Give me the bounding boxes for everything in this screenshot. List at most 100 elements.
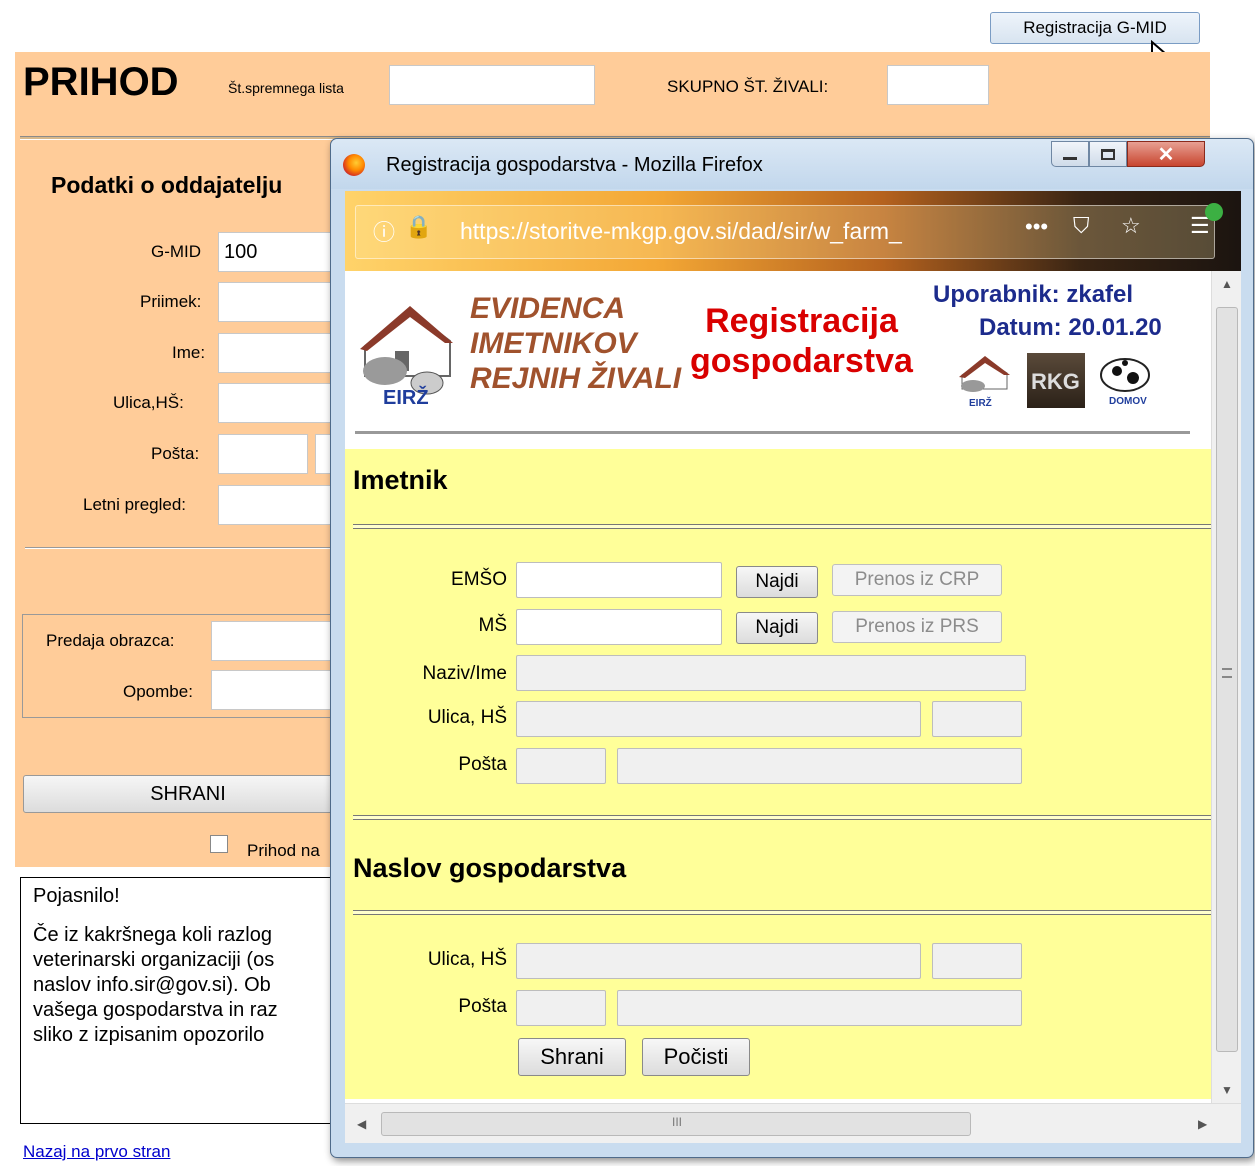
evidenca-line: REJNIH ŽIVALI	[470, 362, 682, 395]
back-link[interactable]: Nazaj na prvo stran	[23, 1142, 170, 1162]
mini-logo-eirz[interactable]: EIRŽ	[957, 353, 1012, 409]
naslov-posta-number-input[interactable]	[516, 990, 606, 1026]
horizontal-scrollbar[interactable]: ◀ III ▶	[345, 1103, 1241, 1143]
vertical-scrollbar[interactable]: ▲ ▼	[1211, 271, 1241, 1103]
divider	[355, 431, 1190, 434]
scroll-up-icon[interactable]: ▲	[1221, 277, 1233, 291]
close-button[interactable]: ✕	[1127, 141, 1205, 167]
ime-label: Ime:	[172, 343, 206, 362]
reg-title-line: Registracija	[705, 302, 898, 340]
farm-icon	[959, 356, 1010, 392]
ms-label: MŠ	[478, 615, 508, 636]
registracija-form: Imetnik EMŠO Najdi Prenos iz CRP MŠ Najd…	[345, 449, 1211, 1099]
letni-pregled-input[interactable]	[218, 485, 338, 525]
evidenca-line: IMETNIKOV	[470, 327, 637, 360]
ime-input[interactable]	[218, 333, 338, 373]
info-line: sliko z izpisanim opozorilo	[33, 1024, 265, 1046]
naslov-ulica-input[interactable]	[516, 943, 921, 979]
maximize-icon	[1101, 148, 1115, 160]
najdi-ms-button[interactable]: Najdi	[736, 612, 818, 644]
scroll-down-icon[interactable]: ▼	[1221, 1083, 1233, 1097]
mini-logo-rkg[interactable]: RKG	[1027, 353, 1085, 408]
popup-shrani-button[interactable]: Shrani	[518, 1038, 626, 1076]
evidenca-title: EVIDENCA IMETNIKOV REJNIH ŽIVALI	[470, 291, 681, 396]
naslov-posta-label: Pošta	[458, 996, 507, 1017]
prihod-checkbox-label: Prihod na	[247, 841, 320, 860]
ms-input[interactable]	[516, 609, 722, 645]
prenos-crp-button[interactable]: Prenos iz CRP	[832, 564, 1002, 596]
naslov-ulica-label: Ulica, HŠ	[427, 949, 507, 970]
emso-label: EMŠO	[451, 569, 507, 590]
evidenca-line: EVIDENCA	[470, 292, 626, 325]
pocisti-button[interactable]: Počisti	[642, 1038, 750, 1076]
imetnik-posta-number-input[interactable]	[516, 748, 606, 784]
bookmark-star-icon[interactable]: ☆	[1121, 213, 1141, 239]
mini-logo-label: EIRŽ	[969, 398, 992, 409]
vertical-scroll-thumb[interactable]	[1216, 307, 1238, 1052]
naziv-label: Naziv/Ime	[422, 663, 507, 684]
window-title: Registracija gospodarstva - Mozilla Fire…	[386, 154, 763, 176]
posta-number-input[interactable]	[218, 434, 308, 474]
firefox-icon	[343, 154, 365, 176]
info-icon[interactable]: ⓘ	[373, 215, 395, 247]
ulica-label: Ulica,HŠ:	[113, 393, 184, 412]
divider	[353, 524, 1211, 529]
spremni-list-label: Št.spremnega lista	[228, 80, 344, 96]
update-badge-icon	[1205, 203, 1223, 221]
divider	[353, 910, 1211, 915]
imetnik-ulica-input[interactable]	[516, 701, 921, 737]
prihod-checkbox[interactable]	[210, 835, 228, 853]
user-value: zkafel	[1066, 281, 1134, 308]
letni-pregled-label: Letni pregled:	[83, 495, 187, 514]
lock-warning-icon[interactable]: 🔒	[405, 214, 432, 240]
address-bar: ⓘ 🔒 https://storitve-mkgp.gov.si/dad/sir…	[345, 191, 1241, 271]
divider	[25, 547, 345, 549]
minimize-icon	[1063, 156, 1077, 160]
naslov-posta-name-input[interactable]	[617, 990, 1022, 1026]
skupno-input[interactable]	[887, 65, 989, 105]
page-title: PRIHOD	[23, 60, 179, 104]
scroll-left-icon[interactable]: ◀	[357, 1117, 366, 1131]
mini-logo-domov[interactable]: DOMOV	[1095, 353, 1153, 408]
popup-window: Registracija gospodarstva - Mozilla Fire…	[330, 138, 1254, 1158]
registracija-title: Registracija gospodarstva	[690, 301, 913, 381]
pocket-icon[interactable]: ⛉	[1073, 213, 1090, 239]
skupno-label: SKUPNO ŠT. ŽIVALI:	[667, 77, 829, 96]
spremni-list-input[interactable]	[389, 65, 595, 105]
url-text: https://storitve-mkgp.gov.si/dad/sir/w_f…	[460, 218, 902, 244]
horizontal-scroll-thumb[interactable]: III	[381, 1112, 971, 1136]
predaja-label: Predaja obrazca:	[46, 631, 175, 650]
maximize-button[interactable]	[1089, 141, 1127, 167]
grip-icon	[1222, 668, 1232, 678]
scroll-right-icon[interactable]: ▶	[1198, 1117, 1207, 1131]
reg-title-line: gospodarstva	[690, 342, 913, 380]
info-line: Če iz kakršnega koli razlog	[33, 924, 272, 946]
imetnik-posta-name-input[interactable]	[617, 748, 1022, 784]
naslov-heading: Naslov gospodarstva	[353, 853, 627, 883]
prenos-prs-button[interactable]: Prenos iz PRS	[832, 611, 1002, 643]
user-label: Uporabnik: zkafel	[933, 281, 1133, 309]
minimize-button[interactable]	[1051, 141, 1089, 167]
close-icon: ✕	[1157, 143, 1175, 166]
shrani-button[interactable]: SHRANI	[23, 775, 353, 813]
eirz-logo-text: EIRŽ	[383, 387, 429, 409]
opombe-input[interactable]	[211, 670, 341, 710]
ulica-input[interactable]	[218, 383, 338, 423]
oddajatelj-heading: Podatki o oddajatelju	[51, 172, 283, 198]
more-icon[interactable]: •••	[1025, 214, 1048, 240]
priimek-label: Priimek:	[140, 292, 202, 311]
gmid-input[interactable]	[218, 232, 338, 272]
info-line: naslov info.sir@gov.si). Ob	[33, 974, 271, 996]
emso-input[interactable]	[516, 562, 722, 598]
najdi-emso-button[interactable]: Najdi	[736, 566, 818, 598]
grip-glyph: III	[672, 1115, 683, 1129]
priimek-input[interactable]	[218, 282, 338, 322]
datum-label-text: Datum:	[979, 314, 1062, 341]
predaja-input[interactable]	[211, 621, 341, 661]
mini-logo-label: DOMOV	[1109, 396, 1147, 407]
imetnik-heading: Imetnik	[353, 465, 448, 495]
naslov-hs-input[interactable]	[932, 943, 1022, 979]
titlebar: Registracija gospodarstva - Mozilla Fire…	[331, 139, 1253, 189]
naziv-input[interactable]	[516, 655, 1026, 691]
imetnik-hs-input[interactable]	[932, 701, 1022, 737]
